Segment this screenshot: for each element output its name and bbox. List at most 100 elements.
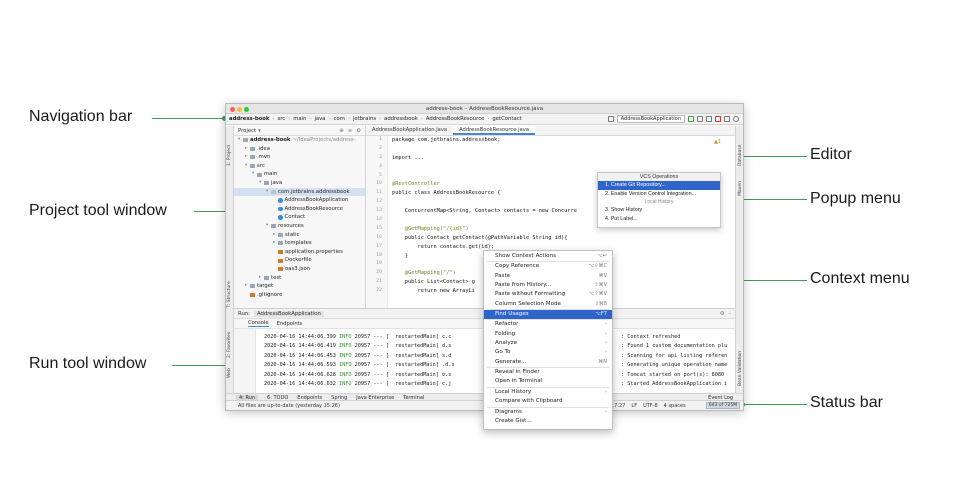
breadcrumb-main[interactable]: main xyxy=(292,116,307,122)
project-strip-button[interactable]: 1: Project xyxy=(227,145,232,166)
context-menu-item[interactable]: Refactor › xyxy=(484,320,612,329)
context-menu-item[interactable]: Paste from History... ⇧⌘V xyxy=(484,281,612,290)
tree-item[interactable]: ▸ .idea xyxy=(234,145,365,154)
enable-vcs-integration-item[interactable]: 2. Enable Version Control Integration... xyxy=(598,190,720,199)
put-label-item[interactable]: 4. Put Label... xyxy=(598,215,720,224)
locate-icon[interactable]: ⊕ xyxy=(339,128,343,134)
context-menu-item[interactable]: Find Usages ⌥F7 xyxy=(484,310,612,320)
tree-item[interactable]: ▸ .mvn xyxy=(234,153,365,162)
collapse-all-icon[interactable]: ≡ xyxy=(348,128,352,134)
breadcrumb-src[interactable]: src xyxy=(276,116,286,122)
gear-icon[interactable]: ⚙ xyxy=(720,311,725,317)
run-config-tab[interactable]: AddressBookApplication xyxy=(253,310,324,317)
tree-item[interactable]: ▾ java xyxy=(234,179,365,188)
chevron-down-icon[interactable]: ▾ xyxy=(258,128,261,134)
vcs-update-icon[interactable] xyxy=(724,116,730,122)
caret-position[interactable]: 17:27 xyxy=(611,403,625,409)
tree-item[interactable]: ▸ static xyxy=(234,231,365,240)
tree-item[interactable]: ▸ target xyxy=(234,282,365,291)
tree-item[interactable]: AddressBookApplication xyxy=(234,196,365,205)
line-separator[interactable]: LF xyxy=(631,403,637,409)
context-menu-label: Paste xyxy=(495,272,511,279)
memory-indicator[interactable]: 643 of 725M xyxy=(706,402,740,409)
breadcrumb-com[interactable]: com xyxy=(333,116,346,122)
context-menu-item[interactable]: Compare with Clipboard xyxy=(484,397,612,406)
context-menu-item[interactable]: Generate... ⌘N xyxy=(484,358,612,367)
warning-indicator[interactable]: ▲1 xyxy=(714,139,721,145)
indent-setting[interactable]: 4 spaces xyxy=(664,403,686,409)
create-git-repository-item[interactable]: 1. Create Git Repository... xyxy=(598,181,720,190)
tree-item[interactable]: ▾ com.jetbrains.addressbook xyxy=(234,187,365,197)
code-line: import ... xyxy=(392,154,424,161)
breadcrumb-addressbook[interactable]: addressbook xyxy=(383,116,419,122)
folder-icon xyxy=(264,275,269,280)
tree-item[interactable]: ▾ main xyxy=(234,170,365,179)
tab-addressbookapplication[interactable]: AddressBookApplication.java xyxy=(366,125,453,135)
context-menu-item[interactable]: Paste without Formatting ⌥⇧⌘V xyxy=(484,290,612,299)
breadcrumb-jetbrains[interactable]: jetbrains xyxy=(352,116,377,122)
tab-console[interactable]: Console xyxy=(248,320,269,327)
tree-item[interactable]: ▸ test xyxy=(234,274,365,283)
tree-item[interactable]: oas3.json xyxy=(234,265,365,274)
gear-icon[interactable]: ⚙ xyxy=(356,128,361,134)
context-menu-item[interactable]: Folding › xyxy=(484,330,612,339)
breadcrumb-java[interactable]: java xyxy=(313,116,326,122)
debug-icon[interactable] xyxy=(697,116,703,122)
breadcrumb-class[interactable]: AddressBookResource xyxy=(425,116,486,122)
tree-item[interactable]: ▸ templates xyxy=(234,239,365,248)
tree-item[interactable]: AddressBookResource xyxy=(234,205,365,214)
context-menu-label: Folding xyxy=(495,330,516,337)
context-menu-item[interactable]: Paste ⌘V xyxy=(484,272,612,281)
folder-icon xyxy=(271,224,276,229)
stop-icon[interactable] xyxy=(715,116,721,122)
minimize-icon[interactable]: – xyxy=(728,311,731,317)
run-configuration-select[interactable]: AddressBookApplication xyxy=(616,115,685,123)
maven-strip-button[interactable]: Maven xyxy=(738,181,743,196)
breadcrumb-project[interactable]: address-book xyxy=(228,116,270,122)
log-source: 20957 --- [ restartedMain] .d.s xyxy=(354,362,455,369)
context-menu-item[interactable]: Diagrams › xyxy=(484,408,612,417)
file-encoding[interactable]: UTF-8 xyxy=(643,403,658,409)
context-menu-item[interactable]: Analyze › xyxy=(484,339,612,348)
tree-item[interactable]: application.properties xyxy=(234,248,365,257)
bean-validation-strip-button[interactable]: Bean Validation xyxy=(738,351,743,386)
show-history-item[interactable]: 3. Show History xyxy=(598,206,720,215)
hammer-icon[interactable] xyxy=(607,116,614,122)
tab-addressbookresource[interactable]: AddressBookResource.java xyxy=(453,125,535,135)
breadcrumb-method[interactable]: getContact xyxy=(491,116,522,122)
tree-item[interactable]: ▾ resources xyxy=(234,222,365,231)
navigation-bar: address-book › src › main › java › com › jetb… xyxy=(226,114,743,125)
context-menu-item[interactable]: Column Selection Mode ⇧⌘8 xyxy=(484,300,612,309)
project-view-select[interactable]: Project xyxy=(238,128,256,134)
database-strip-button[interactable]: Database xyxy=(738,145,743,166)
context-menu-item[interactable]: Copy Reference ⌥⇧⌘C xyxy=(484,262,612,271)
run-icon[interactable] xyxy=(688,116,694,122)
context-menu-item[interactable]: Reveal in Finder xyxy=(484,368,612,377)
context-menu-item[interactable]: Create Gist... xyxy=(484,417,612,426)
tree-item[interactable]: ▾ address-book ~/IdeaProjects/address- xyxy=(234,136,365,145)
context-menu-item[interactable]: Go To › xyxy=(484,348,612,357)
structure-strip-button[interactable]: 7: Structure xyxy=(227,281,232,308)
search-icon[interactable] xyxy=(733,116,739,122)
coverage-icon[interactable] xyxy=(706,116,712,122)
file-icon xyxy=(278,250,283,255)
tree-item[interactable]: Dockerfile xyxy=(234,256,365,265)
line-number: 21 xyxy=(376,279,382,285)
tree-item[interactable]: ▾ src xyxy=(234,162,365,171)
tree-item[interactable]: Contact xyxy=(234,213,365,222)
favorites-strip-button[interactable]: 2: Favorites xyxy=(227,332,232,358)
folder-icon xyxy=(243,138,248,143)
folder-icon xyxy=(250,146,255,151)
context-menu-item[interactable]: Local History › xyxy=(484,388,612,397)
tab-endpoints[interactable]: Endpoints xyxy=(277,321,303,327)
chevron-right-icon: › xyxy=(605,340,607,347)
tree-item[interactable]: .gitignore xyxy=(234,291,365,300)
folder-icon xyxy=(250,164,255,169)
context-menu-item[interactable]: Open in Terminal xyxy=(484,377,612,386)
context-menu-label: Analyze xyxy=(495,340,518,347)
context-menu-item[interactable]: Show Context Actions ⌥↩ xyxy=(484,252,612,261)
web-strip-button[interactable]: Web xyxy=(227,368,232,378)
context-menu-label: Local History xyxy=(495,388,532,395)
chevron-right-icon: › xyxy=(605,321,607,328)
project-tree: ▾ address-book ~/IdeaProjects/address- ▸ .id… xyxy=(234,136,365,299)
